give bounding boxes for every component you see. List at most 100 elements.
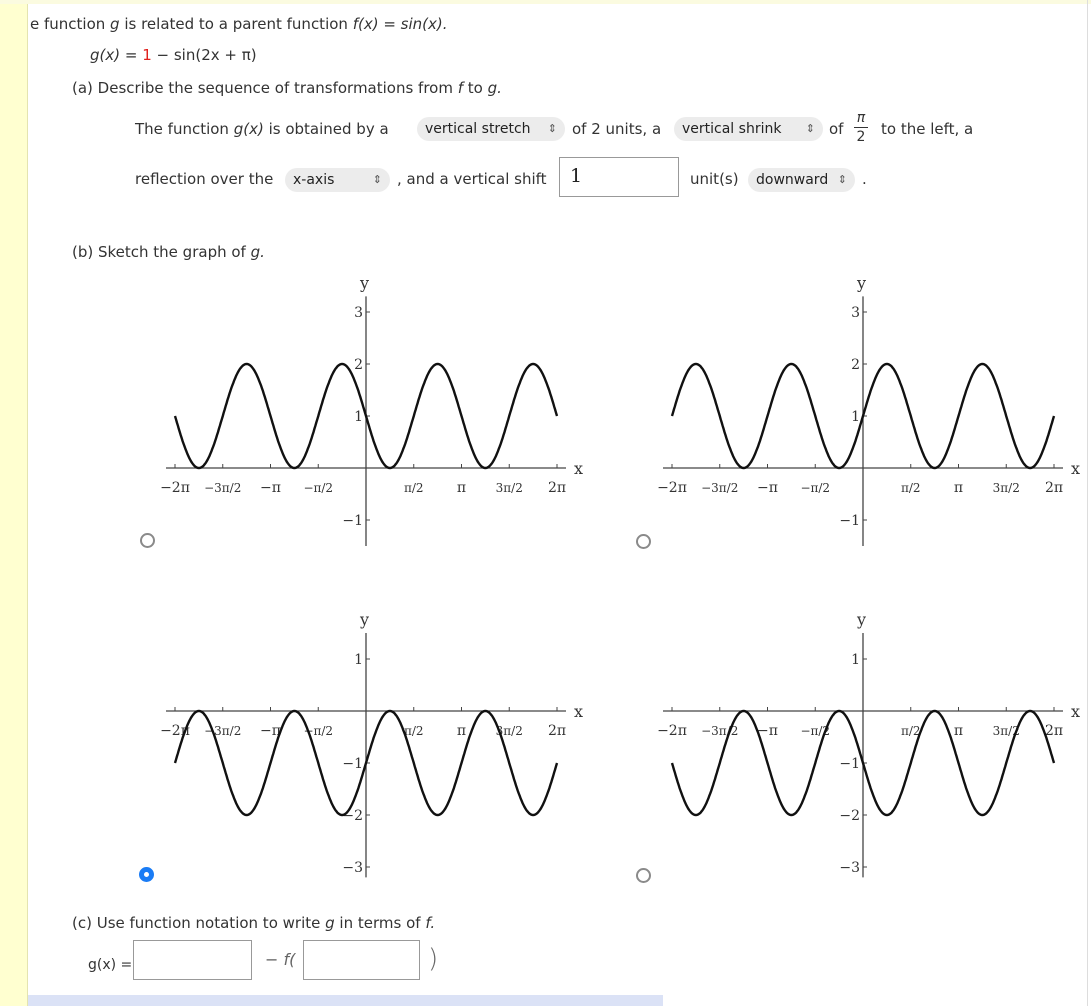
x-tick-label: π — [457, 480, 466, 496]
updown-chevron-icon: ⇕ — [805, 122, 815, 135]
row1-start: The function g(x) is obtained by a — [135, 120, 389, 138]
x-tick-label: −3π/2 — [701, 481, 738, 495]
y-tick-label: −1 — [342, 513, 363, 529]
x-tick-label: 2π — [548, 480, 566, 496]
row1-start-text: The function — [135, 120, 234, 138]
select-4-value: downward — [756, 172, 829, 188]
vertical-shift-input[interactable]: 1 — [559, 157, 679, 197]
part-c-g: g — [325, 914, 335, 932]
transformation-select-2[interactable]: vertical shrink ⇕ — [674, 117, 823, 141]
row1-mid: is obtained by a — [263, 120, 389, 138]
minus-f: − f( — [265, 950, 296, 969]
minus-f-text: − f( — [265, 950, 295, 969]
graph-option-3[interactable]: xy−2π −3π/2 −π −π/2 π/2 π 3π/2 2π1−1−2−3 — [140, 600, 590, 885]
select-3-value: x-axis — [293, 172, 335, 188]
select-1-value: vertical stretch — [425, 121, 531, 137]
top-border — [0, 0, 1091, 4]
transformation-select-1[interactable]: vertical stretch ⇕ — [417, 117, 565, 141]
of-text: of — [829, 120, 844, 138]
x-tick-label: 3π/2 — [496, 481, 523, 495]
inner-argument-input[interactable] — [303, 940, 420, 980]
bottom-scroll-bar — [28, 995, 663, 1006]
intro-text: e function g is related to a parent func… — [30, 15, 448, 33]
row1-gx: g(x) — [233, 120, 264, 138]
equation-constant: 1 — [142, 46, 152, 64]
x-axis-label: x — [1071, 702, 1080, 721]
y-axis-label: y — [856, 610, 866, 629]
part-c-in-terms: in terms of — [334, 914, 426, 932]
x-tick-label: 2π — [1045, 480, 1063, 496]
units-text: unit(s) — [690, 170, 739, 188]
x-tick-label: −π — [757, 480, 778, 496]
intro-g: g — [110, 15, 120, 33]
x-tick-label: −2π — [657, 480, 687, 496]
x-tick-label: −π — [260, 480, 281, 496]
equation-lhs: g(x) = — [90, 46, 143, 64]
part-b-g: g. — [250, 243, 265, 261]
part-c-lhs: g(x) = — [88, 957, 133, 973]
intro-prefix: e function — [30, 15, 111, 33]
x-tick-label: 2π — [548, 723, 566, 739]
y-tick-label: 1 — [354, 409, 363, 425]
to-left-text: to the left, a — [881, 120, 974, 138]
y-tick-label: 2 — [851, 357, 860, 373]
equation: g(x) = 1 − sin(2x + π) — [90, 46, 257, 64]
graph-option-4[interactable]: xy−2π −3π/2 −π −π/2 π/2 π 3π/2 2π1−1−2−3 — [637, 600, 1087, 885]
x-tick-label: π/2 — [901, 481, 921, 495]
updown-chevron-icon: ⇕ — [547, 122, 557, 135]
graph-option-2[interactable]: x y −2π −3π/2 −π −π/2 π/2 π 3π/2 2π 3 2 1 −1 — [637, 260, 1087, 555]
graph-option-1[interactable]: x y −2π −3π/2 −π −π/2 π/2 π 3π/2 2π 3 2 1 −1 — [140, 260, 590, 555]
x-tick-label: π/2 — [404, 481, 424, 495]
right-border — [1087, 0, 1088, 1006]
x-axis-label: x — [574, 459, 583, 478]
part-a-g: g. — [487, 79, 502, 97]
updown-chevron-icon: ⇕ — [837, 173, 847, 186]
y-tick-label: −2 — [342, 808, 363, 824]
close-paren: ) — [428, 944, 439, 974]
part-c-f: f. — [425, 914, 436, 932]
reflection-axis-select[interactable]: x-axis ⇕ — [285, 168, 390, 192]
outer-constant-input[interactable] — [133, 940, 252, 980]
x-tick-label: π — [954, 723, 963, 739]
period-text: . — [862, 170, 867, 188]
part-c-text: (c) Use function notation to write — [72, 914, 326, 932]
updown-chevron-icon: ⇕ — [372, 173, 382, 186]
y-tick-label: −1 — [839, 756, 860, 772]
equation-rest: − sin(2x + π) — [151, 46, 257, 64]
pi-over-2-fraction: π2 — [854, 110, 868, 145]
part-a-to: to — [463, 79, 488, 97]
part-c-label: (c) Use function notation to write g in … — [72, 914, 435, 932]
x-tick-label: 3π/2 — [993, 481, 1020, 495]
y-tick-label: −3 — [839, 860, 860, 876]
of-units-text: of 2 units, a — [572, 120, 662, 138]
x-tick-label: −π/2 — [800, 481, 830, 495]
x-tick-label: −2π — [657, 723, 687, 739]
x-tick-label: π — [954, 480, 963, 496]
x-tick-label: π — [457, 723, 466, 739]
part-b-text: (b) Sketch the graph of — [72, 243, 251, 261]
x-tick-label: π/2 — [404, 724, 424, 738]
y-axis-label: y — [359, 610, 369, 629]
y-tick-label: −1 — [342, 756, 363, 772]
direction-select[interactable]: downward ⇕ — [748, 168, 855, 192]
and-shift-text: , and a vertical shift — [397, 170, 547, 188]
y-tick-label: 1 — [851, 409, 860, 425]
y-tick-label: 1 — [354, 652, 363, 668]
radio-option-4[interactable] — [636, 868, 651, 883]
y-tick-label: −3 — [342, 860, 363, 876]
radio-option-2[interactable] — [636, 534, 651, 549]
y-tick-label: 3 — [851, 305, 860, 321]
row2-start: reflection over the — [135, 170, 274, 188]
part-a-text: (a) Describe the sequence of transformat… — [72, 79, 458, 97]
x-tick-label: −2π — [160, 480, 190, 496]
y-tick-label: −2 — [839, 808, 860, 824]
y-tick-label: 3 — [354, 305, 363, 321]
radio-option-1[interactable] — [140, 533, 155, 548]
intro-mid: is related to a parent function — [119, 15, 353, 33]
x-tick-label: π/2 — [901, 724, 921, 738]
select-2-value: vertical shrink — [682, 121, 782, 137]
frac-numerator: π — [856, 110, 866, 126]
left-margin-strip — [0, 0, 28, 1006]
radio-option-3[interactable] — [139, 867, 154, 882]
y-tick-label: 2 — [354, 357, 363, 373]
